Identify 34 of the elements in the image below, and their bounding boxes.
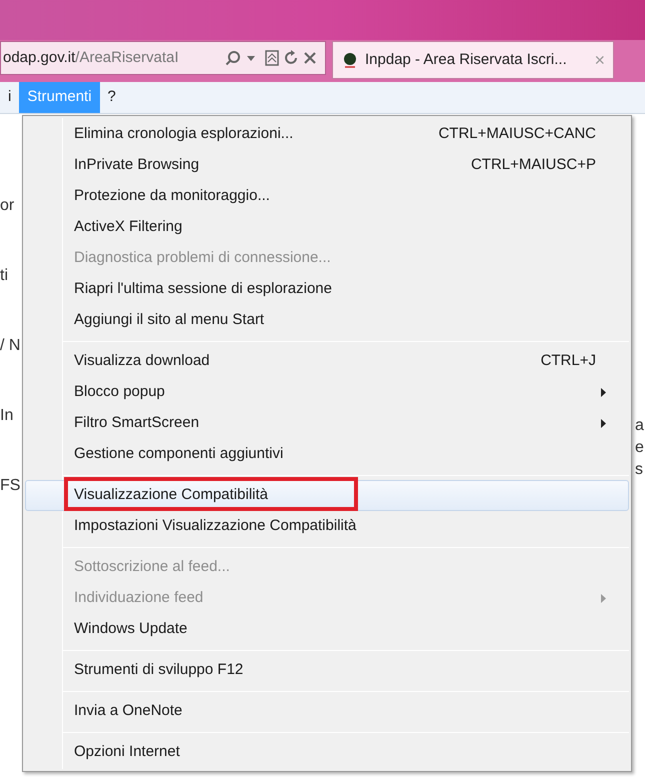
menubar-item[interactable]: i [0, 82, 20, 113]
menu-item[interactable]: Elimina cronologia esplorazioni... CTRL+MAIUSC+CANC [25, 119, 629, 150]
menu-item[interactable]: Filtro SmartScreen [25, 408, 629, 439]
page-text: or [0, 196, 16, 216]
site-icon [341, 51, 359, 69]
compatibility-icon[interactable] [265, 50, 279, 66]
dropdown-icon[interactable] [247, 56, 255, 60]
menu-item[interactable]: InPrivate Browsing CTRL+MAIUSC+P [25, 150, 629, 181]
page-text: FS [0, 476, 22, 496]
menu-item[interactable]: Blocco popup [25, 377, 629, 408]
menubar-item[interactable]: ? [100, 82, 124, 113]
close-icon[interactable] [303, 51, 317, 65]
page-text: a [635, 416, 644, 436]
address-field[interactable]: odap.gov.it/AreaRiservataI [0, 41, 326, 75]
page-text: s [635, 460, 643, 480]
menu-item[interactable]: Riapri l'ultima sessione di esplorazione [25, 274, 629, 305]
browser-tab[interactable]: Inpdap - Area Riservata Iscri... × [332, 41, 614, 79]
menu-item[interactable]: ActiveX Filtering [25, 212, 629, 243]
menu-item[interactable]: Impostazioni Visualizzazione Compatibilità [25, 511, 629, 542]
refresh-icon[interactable] [283, 50, 299, 66]
menu-item[interactable]: Aggiungi il sito al menu Start [25, 305, 629, 336]
page-text: / N [0, 336, 22, 356]
menu-item[interactable]: Windows Update [25, 614, 629, 645]
menu-item[interactable]: Visualizza download CTRL+J [25, 346, 629, 377]
menu-item[interactable]: Strumenti di sviluppo F12 [25, 655, 629, 686]
menu-item[interactable]: Visualizzazione Compatibilità [25, 480, 629, 511]
menu-item[interactable]: Protezione da monitoraggio... [25, 181, 629, 212]
page-text: e [635, 438, 644, 458]
search-icon[interactable] [225, 50, 241, 66]
menu-item[interactable]: Invia a OneNote [25, 696, 629, 727]
page-text: ti [0, 266, 9, 286]
page-text: In [0, 406, 14, 426]
menu-item[interactable]: Gestione componenti aggiuntivi [25, 439, 629, 470]
menu-item[interactable]: Opzioni Internet [25, 737, 629, 768]
